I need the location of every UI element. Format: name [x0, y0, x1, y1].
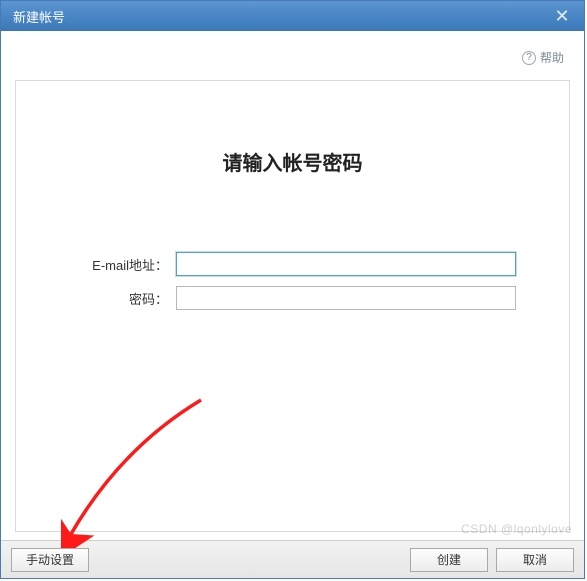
email-input[interactable]: [176, 252, 516, 276]
dialog-window: 新建帐号 ✕ ? 帮助 请输入帐号密码 E-mail地址： 密码：: [0, 0, 585, 579]
dialog-body: ? 帮助 请输入帐号密码 E-mail地址： 密码：: [1, 31, 584, 540]
create-button[interactable]: 创建: [410, 548, 488, 572]
password-row: 密码：: [16, 286, 569, 310]
help-icon: ?: [522, 51, 536, 65]
form-heading: 请输入帐号密码: [16, 147, 569, 176]
help-label: 帮助: [540, 49, 564, 66]
email-row: E-mail地址：: [16, 252, 569, 276]
content-panel: 请输入帐号密码 E-mail地址： 密码：: [15, 80, 570, 532]
close-icon: ✕: [554, 6, 569, 27]
help-link[interactable]: ? 帮助: [13, 43, 572, 66]
cancel-button[interactable]: 取消: [496, 548, 574, 572]
manual-setup-button[interactable]: 手动设置: [11, 548, 89, 572]
close-button[interactable]: ✕: [540, 1, 584, 31]
window-title: 新建帐号: [13, 7, 65, 26]
account-form: E-mail地址： 密码：: [16, 252, 569, 310]
email-label: E-mail地址：: [16, 255, 176, 274]
password-input[interactable]: [176, 286, 516, 310]
titlebar: 新建帐号 ✕: [1, 1, 584, 31]
password-label: 密码：: [16, 289, 176, 308]
dialog-footer: 手动设置 创建 取消: [1, 540, 584, 578]
